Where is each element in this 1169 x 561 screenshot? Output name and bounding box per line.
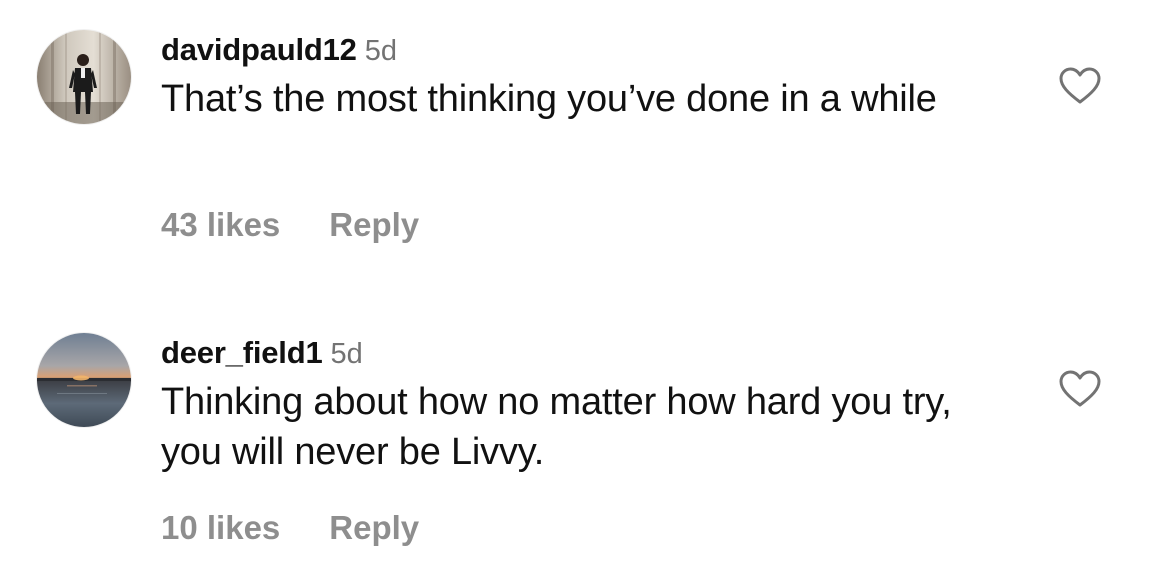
heart-icon[interactable] [1058, 369, 1102, 409]
likes-count[interactable]: 10 likes [161, 508, 280, 548]
reply-button[interactable]: Reply [329, 205, 419, 245]
comment-text: That’s the most thinking you’ve done in … [161, 78, 937, 120]
user-avatar[interactable] [37, 333, 131, 427]
heart-outline-icon [1059, 67, 1101, 104]
comment-item: davidpauld12 5d That’s the most thinking … [0, 0, 1169, 280]
comment-body: davidpauld12 5d That’s the most thinking … [161, 30, 1021, 124]
heart-icon[interactable] [1058, 66, 1102, 106]
comment-header: davidpauld12 5d [161, 30, 1021, 70]
timestamp: 5d [364, 35, 397, 67]
comment-actions: 43 likes Reply [161, 205, 419, 245]
comment-item: deer_field1 5d Thinking about how no matt… [0, 303, 1169, 561]
comment-header: deer_field1 5d [161, 333, 1021, 373]
username[interactable]: davidpauld12 [161, 32, 357, 67]
username[interactable]: deer_field1 [161, 335, 323, 370]
sunset-avatar-icon [37, 333, 131, 427]
comment-actions: 10 likes Reply [161, 508, 419, 548]
user-avatar[interactable] [37, 30, 131, 124]
heart-outline-icon [1059, 370, 1101, 407]
likes-count[interactable]: 43 likes [161, 205, 280, 245]
person-avatar-icon [37, 30, 131, 124]
comment-body: deer_field1 5d Thinking about how no matt… [161, 333, 1021, 477]
reply-button[interactable]: Reply [329, 508, 419, 548]
timestamp: 5d [330, 338, 363, 370]
comment-text: Thinking about how no matter how hard yo… [161, 381, 952, 473]
